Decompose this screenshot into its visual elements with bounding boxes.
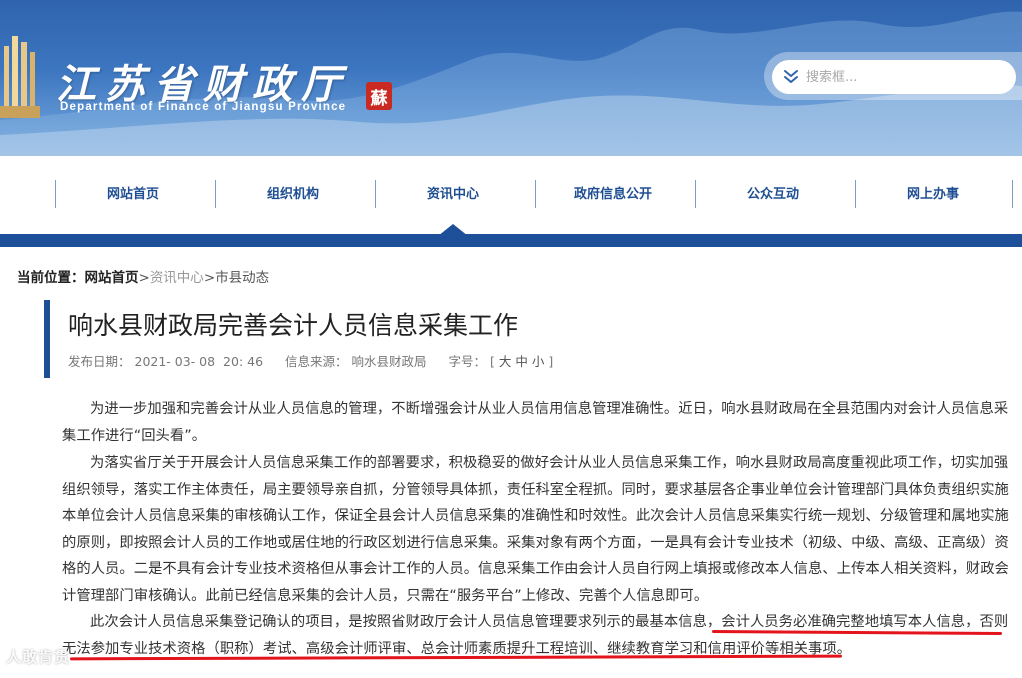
font-size-medium-button[interactable]: 中 (515, 354, 528, 369)
chevron-double-down-icon[interactable] (782, 66, 800, 88)
nav-divider (215, 180, 216, 208)
seal-logo: 蘇 (366, 82, 392, 110)
breadcrumb-separator: > (203, 270, 216, 286)
nav-divider (1012, 180, 1013, 208)
nav-divider (55, 180, 56, 208)
nav-item-organization[interactable]: 组织机构 (223, 184, 363, 206)
source-label: 信息来源： (285, 354, 348, 369)
source-value: 响水县财政局 (351, 354, 427, 369)
article-paragraph: 此次会计人员信息采集登记确认的项目，是按照省财政厅会计人员信息管理要求列示的最基… (62, 614, 1009, 657)
watermark: 人敢肯贯 (6, 648, 71, 666)
nav-divider (855, 180, 856, 208)
article-paragraph: 为落实省厅关于开展会计人员信息采集工作的部署要求，积极稳妥的做好会计从业人员信息… (62, 455, 1009, 604)
article-meta: 发布日期： 2021- 03- 08 20: 46 信息来源： 响水县财政局 字… (68, 351, 553, 370)
nav-divider (695, 180, 696, 208)
article-paragraph: 为进一步加强和完善会计从业人员信息的管理，不断增强会计从业人员信用信息管理准确性… (62, 401, 1009, 444)
nav-bottom-bar (0, 234, 1022, 247)
font-size-bracket: ] (548, 354, 554, 369)
main-nav: 网站首页 组织机构 资讯中心 政府信息公开 公众互动 网上办事 (0, 156, 1022, 234)
breadcrumb-current[interactable]: 市县动态 (215, 270, 269, 286)
breadcrumb: 当前位置：网站首页>资讯中心>市县动态 (17, 266, 269, 286)
publish-date-label: 发布日期： (68, 354, 131, 369)
breadcrumb-home-link[interactable]: 网站首页 (85, 270, 139, 286)
nav-item-home[interactable]: 网站首页 (63, 184, 203, 206)
nav-divider (535, 180, 536, 208)
search-input[interactable] (806, 63, 996, 91)
breadcrumb-section-link[interactable]: 资讯中心 (150, 270, 204, 286)
breadcrumb-label: 当前位置： (17, 270, 85, 286)
site-subtitle: Department of Finance of Jiangsu Provinc… (60, 101, 347, 113)
nav-divider (375, 180, 376, 208)
title-accent-bar (44, 300, 50, 378)
font-size-large-button[interactable]: 大 (499, 354, 512, 369)
breadcrumb-separator: > (138, 270, 150, 286)
nav-item-public-interaction[interactable]: 公众互动 (703, 184, 843, 206)
publish-date: 2021- 03- 08 20: 46 (134, 354, 264, 369)
nav-item-news-center[interactable]: 资讯中心 (383, 184, 523, 206)
font-size-label: 字号： (448, 354, 487, 369)
nav-item-gov-info[interactable]: 政府信息公开 (543, 184, 683, 206)
article-title: 响水县财政局完善会计人员信息采集工作 (68, 311, 519, 340)
font-size-bracket: [ (490, 354, 495, 369)
font-size-small-button[interactable]: 小 (532, 354, 545, 369)
building-logo-icon (0, 36, 40, 118)
nav-item-online-services[interactable]: 网上办事 (863, 184, 1003, 206)
